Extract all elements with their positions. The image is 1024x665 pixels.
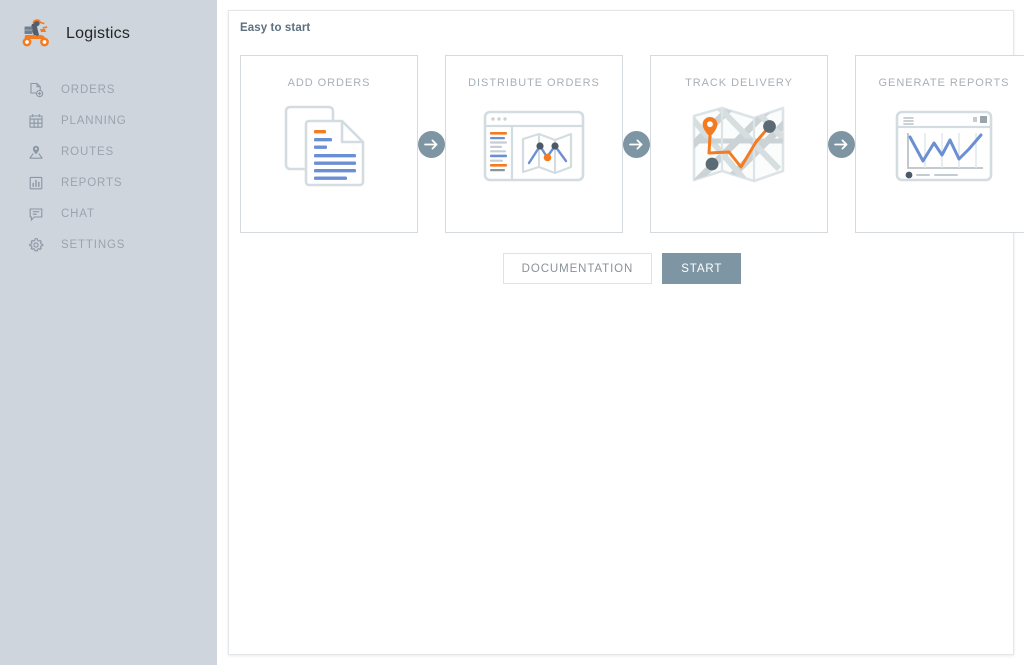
sidebar-item-label: SETTINGS [61,238,126,251]
documentation-button[interactable]: DOCUMENTATION [502,253,653,284]
bar-chart-icon [28,175,44,191]
sidebar-item-reports[interactable]: REPORTS [0,167,217,198]
sidebar-item-label: ORDERS [61,83,116,96]
sidebar: Logistics ORDERS PLANNING ROUTES REPORTS… [0,0,217,665]
main-content: Easy to start ADD ORDERS DISTRIBUTE ORDE… [217,0,1024,665]
brand: Logistics [0,0,217,68]
arrow-right-icon[interactable] [418,130,445,158]
step-card-add-orders[interactable]: ADD ORDERS [240,55,418,233]
calendar-icon [28,113,44,129]
card-title: GENERATE REPORTS [878,77,1010,89]
arrow-gap-1 [418,55,445,233]
sidebar-item-label: PLANNING [61,114,127,127]
getting-started-panel: Easy to start ADD ORDERS DISTRIBUTE ORDE… [228,10,1024,655]
arrow-right-icon[interactable] [623,130,650,158]
sidebar-item-routes[interactable]: ROUTES [0,136,217,167]
document-plus-icon [28,82,44,98]
step-card-track-delivery[interactable]: TRACK DELIVERY [650,55,828,233]
sidebar-item-label: ROUTES [61,145,115,158]
card-title: ADD ORDERS [287,77,371,89]
sidebar-item-orders[interactable]: ORDERS [0,74,217,105]
folded-map-route-illustration [692,106,785,183]
brand-title: Logistics [66,25,131,42]
arrow-right-icon[interactable] [828,130,855,158]
browser-map-illustration [483,110,585,182]
chat-bubble-icon [28,206,44,222]
arrow-gap-2 [623,55,650,233]
sidebar-nav: ORDERS PLANNING ROUTES REPORTS CHAT SETT… [0,74,217,260]
start-button[interactable]: START [662,253,742,284]
action-buttons: DOCUMENTATION START [229,253,1015,284]
arrow-gap-3 [828,55,855,233]
step-card-generate-reports[interactable]: GENERATE REPORTS [855,55,1024,233]
sidebar-item-planning[interactable]: PLANNING [0,105,217,136]
page-title: Easy to start [240,22,311,34]
sidebar-item-label: REPORTS [61,176,123,189]
dashboard-chart-illustration [895,110,993,182]
card-title: DISTRIBUTE ORDERS [468,77,600,89]
sidebar-item-settings[interactable]: SETTINGS [0,229,217,260]
card-title: TRACK DELIVERY [685,77,793,89]
sidebar-item-label: CHAT [61,207,95,220]
documents-illustration [284,105,365,187]
app-root: Logistics ORDERS PLANNING ROUTES REPORTS… [0,0,1024,665]
person-location-icon [28,144,44,160]
steps-row: ADD ORDERS DISTRIBUTE ORDERS TRACK DELIV… [240,55,1024,233]
delivery-scooter-icon [18,18,52,50]
gear-icon [28,237,44,253]
sidebar-item-chat[interactable]: CHAT [0,198,217,229]
step-card-distribute-orders[interactable]: DISTRIBUTE ORDERS [445,55,623,233]
